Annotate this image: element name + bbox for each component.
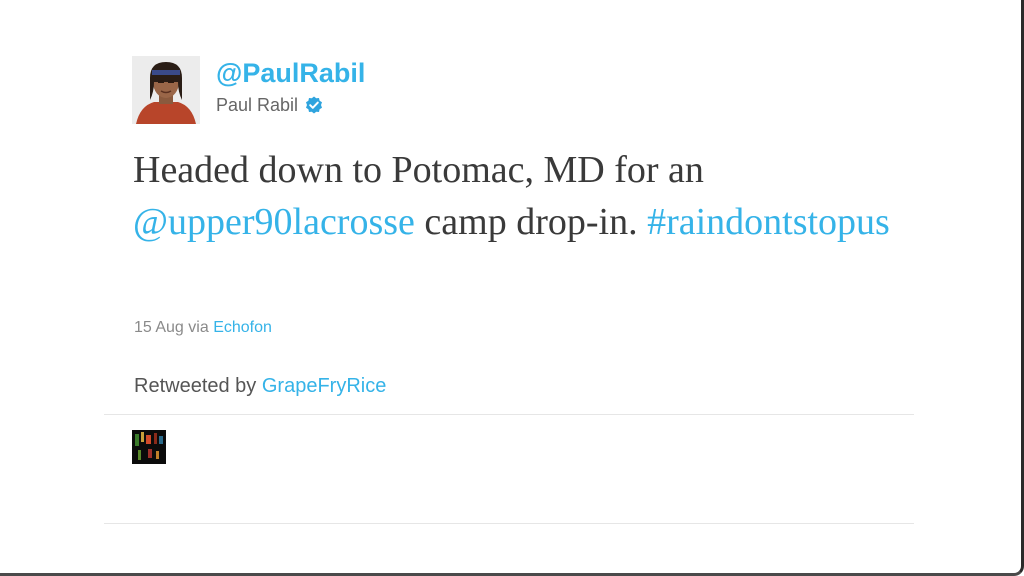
retweeter-link[interactable]: GrapeFryRice <box>262 375 386 397</box>
author-name-row: Paul Rabil <box>216 93 323 117</box>
tweet-text-part2: camp drop-in. <box>414 201 648 243</box>
author-avatar[interactable] <box>132 56 200 124</box>
author-screen-name-link[interactable]: @PaulRabil <box>216 58 365 88</box>
author-photo-icon <box>132 56 200 124</box>
retweeted-by-label: Retweeted by <box>134 375 257 397</box>
tweet-text-part1: Headed down to Potomac, MD for an <box>133 149 704 191</box>
retweet-info: Retweeted by GrapeFryRice <box>134 375 386 398</box>
divider <box>104 523 914 524</box>
author-full-name: Paul Rabil <box>216 94 299 115</box>
divider <box>104 414 914 415</box>
mention-link[interactable]: @upper90lacrosse <box>133 201 415 243</box>
via-label: via <box>188 319 209 336</box>
tweet-timestamp-link[interactable]: 15 Aug <box>134 319 184 336</box>
retweeter-avatar[interactable] <box>132 430 166 464</box>
tweet-card: @PaulRabil Paul Rabil Headed down to Pot… <box>0 0 1024 576</box>
hashtag-link[interactable]: #raindontstopus <box>647 201 890 243</box>
retweeter-photo-icon <box>132 430 166 464</box>
tweet-meta: 15 Aug via Echofon <box>134 319 272 337</box>
verified-badge-icon <box>305 96 323 114</box>
source-link[interactable]: Echofon <box>213 319 272 336</box>
tweet-text: Headed down to Potomac, MD for an @upper… <box>133 144 893 248</box>
